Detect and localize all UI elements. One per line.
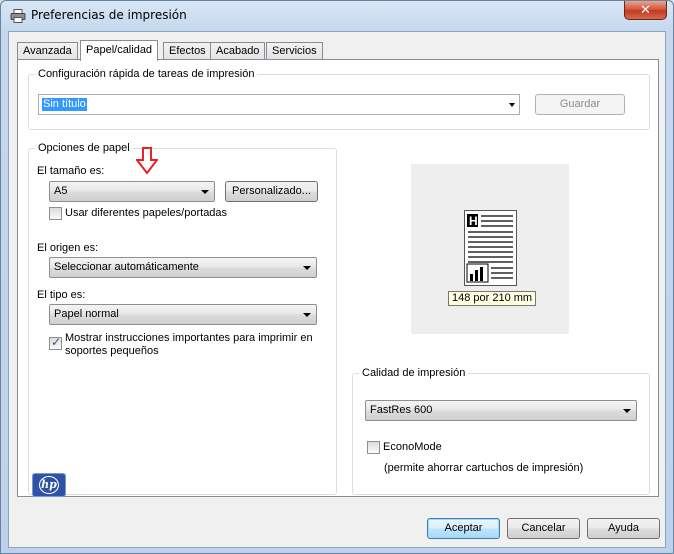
economode-label: EconoMode xyxy=(383,441,442,453)
paper-source-select[interactable]: Seleccionar automáticamente xyxy=(49,257,317,278)
show-instructions-label-line2: soportes pequeños xyxy=(65,345,159,357)
checkmark-icon: ✓ xyxy=(51,335,62,349)
print-quality-legend: Calidad de impresión xyxy=(359,366,469,380)
chevron-down-icon xyxy=(509,103,515,107)
tab-efectos[interactable]: Efectos xyxy=(163,42,212,60)
window-title: Preferencias de impresión xyxy=(31,8,187,22)
paper-size-value: A5 xyxy=(54,185,68,197)
cancel-button[interactable]: Cancelar xyxy=(507,518,580,539)
show-instructions-label-line1: Mostrar instrucciones importantes para i… xyxy=(65,332,313,344)
dialog-client: Avanzada Papel/calidad Efectos Acabado S… xyxy=(8,31,666,548)
custom-size-button[interactable]: Personalizado... xyxy=(225,181,318,202)
different-papers-label: Usar diferentes papeles/portadas xyxy=(65,207,228,219)
accept-button[interactable]: Aceptar xyxy=(427,518,500,539)
print-quality-select[interactable]: FastRes 600 xyxy=(365,400,637,421)
paper-preview: H 148 por 210 mm xyxy=(411,164,569,334)
tab-servicios[interactable]: Servicios xyxy=(266,42,323,60)
paper-size-label: El tamaño es: xyxy=(37,165,105,177)
save-button[interactable]: Guardar xyxy=(535,94,625,115)
title-bar[interactable]: Preferencias de impresión ✕ xyxy=(1,1,673,31)
document-layout-icon: H xyxy=(466,214,513,283)
paper-size-tag: 148 por 210 mm xyxy=(448,291,537,306)
print-quality-group: Calidad de impresión xyxy=(352,366,650,495)
chevron-down-icon xyxy=(201,190,209,194)
economode-note: (permite ahorrar cartuchos de impresión) xyxy=(384,462,584,474)
tab-papel-calidad[interactable]: Papel/calidad xyxy=(80,40,159,61)
printer-icon xyxy=(10,9,26,23)
quick-sets-combo[interactable]: Sin título xyxy=(38,94,520,115)
chevron-down-icon xyxy=(303,266,311,270)
quick-sets-value: Sin título xyxy=(42,98,87,111)
chevron-down-icon xyxy=(303,313,311,317)
hp-logo: hp xyxy=(32,473,66,497)
svg-text:H: H xyxy=(469,214,478,228)
paper-type-value: Papel normal xyxy=(54,308,119,320)
paper-source-value: Seleccionar automáticamente xyxy=(54,261,199,273)
paper-source-label: El origen es: xyxy=(37,242,99,254)
tab-avanzada[interactable]: Avanzada xyxy=(17,42,78,60)
paper-options-legend: Opciones de papel xyxy=(35,141,133,155)
tab-panel-papel-calidad: Configuración rápida de tareas de impres… xyxy=(17,59,659,497)
paper-size-select[interactable]: A5 xyxy=(49,181,215,202)
different-papers-checkbox[interactable] xyxy=(49,207,62,220)
paper-type-select[interactable]: Papel normal xyxy=(49,304,317,325)
paper-type-label: El tipo es: xyxy=(37,289,86,301)
red-arrow-down-icon xyxy=(136,147,158,175)
close-icon: ✕ xyxy=(640,2,651,17)
show-instructions-checkbox[interactable]: ✓ xyxy=(49,335,62,350)
economode-checkbox[interactable] xyxy=(367,441,380,454)
help-button[interactable]: Ayuda xyxy=(587,518,660,539)
print-quality-value: FastRes 600 xyxy=(370,404,433,416)
close-button[interactable]: ✕ xyxy=(624,1,667,20)
dialog-window: Preferencias de impresión ✕ Avanzada Pap… xyxy=(0,0,674,554)
chevron-down-icon xyxy=(623,409,631,413)
page-preview-icon: H xyxy=(464,210,517,286)
tab-acabado[interactable]: Acabado xyxy=(210,42,266,60)
hp-logo-mark: hp xyxy=(39,476,59,494)
quick-sets-legend: Configuración rápida de tareas de impres… xyxy=(35,67,258,81)
